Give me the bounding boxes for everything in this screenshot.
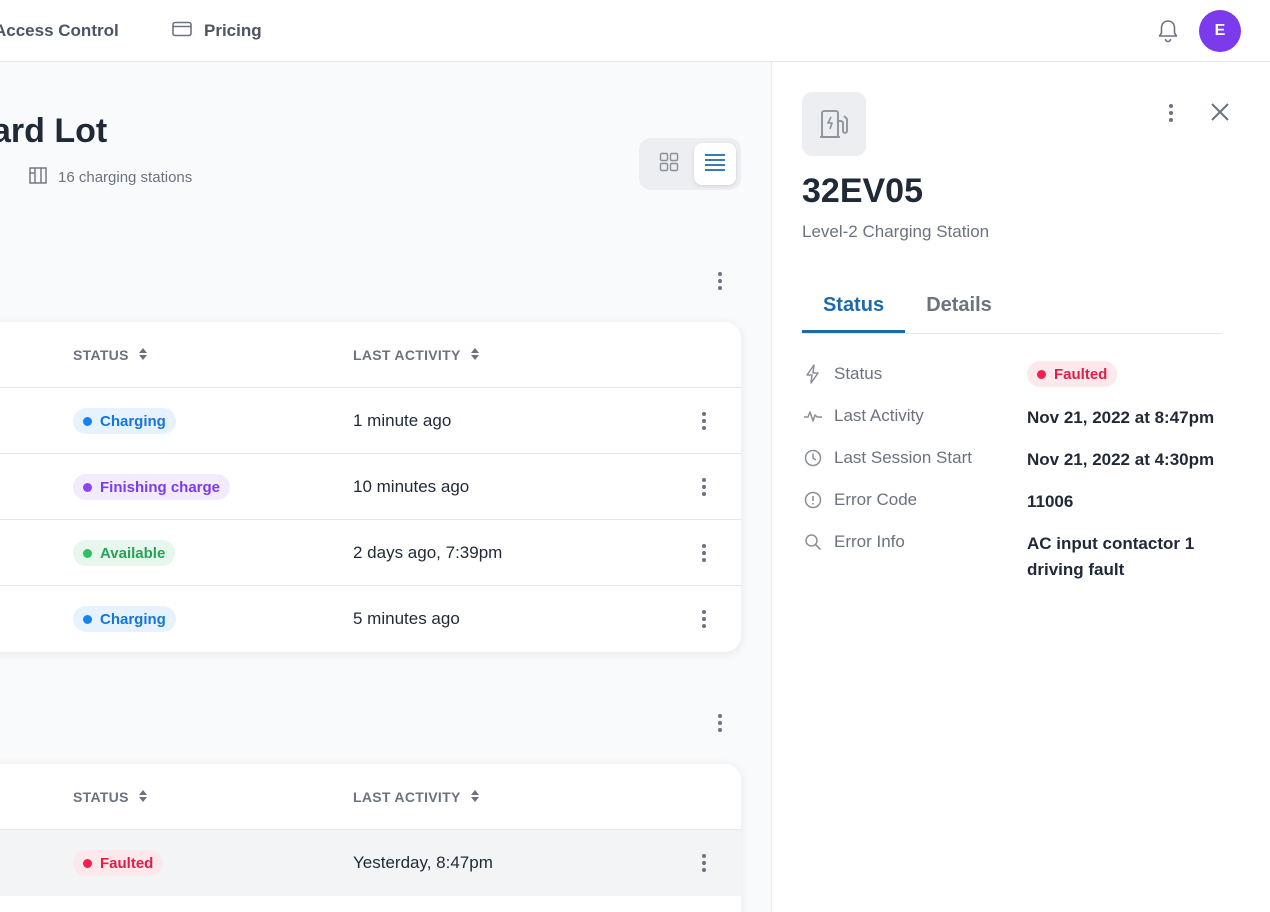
status-column-header[interactable]: STATUS — [73, 322, 147, 388]
station-count-label: 16 charging stations — [58, 168, 193, 186]
table-row[interactable]: Finishing charge 10 minutes ago — [0, 454, 741, 520]
group1-more-options-icon[interactable] — [708, 266, 732, 296]
status-dot — [83, 858, 92, 868]
status-badge-faulted: Faulted — [1027, 361, 1118, 387]
stations-table-group2: STATUS LAST ACTIVITY Faulted Yesterday, … — [0, 764, 741, 912]
alert-circle-icon — [802, 489, 824, 511]
table-header: STATUS LAST ACTIVITY — [0, 764, 741, 830]
status-field-label: Status — [802, 363, 882, 385]
sort-icon — [470, 347, 479, 363]
table-row[interactable]: Charging 1 minute ago — [0, 388, 741, 454]
nav-access-control[interactable]: Access Control — [0, 0, 119, 62]
credit-card-icon — [172, 21, 192, 42]
last-activity-value: Nov 21, 2022 at 8:47pm — [1027, 408, 1215, 427]
lightning-icon — [802, 363, 824, 385]
station-detail-panel: 32EV05 Level-2 Charging Station Status D… — [771, 62, 1270, 912]
stations-table-group1: STATUS LAST ACTIVITY Charging 1 minute a… — [0, 322, 741, 652]
error-info-field-label: Error Info — [802, 531, 905, 553]
table-header: STATUS LAST ACTIVITY — [0, 322, 741, 388]
error-code-label-text: Error Code — [834, 490, 918, 509]
top-navigation-bar: Access Control Pricing E — [0, 0, 1270, 62]
row-more-options-icon[interactable] — [692, 604, 716, 634]
last-activity-cell: 10 minutes ago — [353, 477, 470, 496]
status-dot — [83, 416, 92, 426]
status-badge: Available — [73, 540, 176, 566]
error-info-label-text: Error Info — [834, 532, 905, 551]
status-badge: Charging — [73, 606, 176, 632]
grid-view-button[interactable] — [647, 143, 691, 185]
main-content: ard Lot 16 charging stations STATUS LAST… — [0, 62, 771, 912]
status-badge: Finishing charge — [73, 474, 231, 500]
tab-details[interactable]: Details — [924, 294, 994, 333]
status-header-label: STATUS — [73, 789, 129, 805]
station-type: Level-2 Charging Station — [802, 222, 990, 241]
sort-icon — [470, 789, 479, 805]
last-session-start-value: Nov 21, 2022 at 4:30pm — [1027, 450, 1215, 469]
table-row[interactable]: Available 2 days ago, 7:39pm — [0, 520, 741, 586]
search-icon — [802, 531, 824, 553]
list-view-button[interactable] — [694, 143, 736, 185]
bell-icon[interactable] — [1156, 18, 1180, 44]
panel-more-options-icon[interactable] — [1159, 98, 1183, 128]
last-activity-field-label: Last Activity — [802, 405, 924, 427]
status-badge-label: Charging — [100, 610, 166, 628]
sort-icon — [138, 347, 147, 363]
station-count: 16 charging stations — [28, 166, 192, 188]
status-dot — [1037, 369, 1046, 379]
last-activity-column-header[interactable]: LAST ACTIVITY — [353, 322, 479, 388]
station-id: 32EV05 — [802, 172, 923, 210]
status-column-header[interactable]: STATUS — [73, 764, 147, 830]
status-badge-label: Charging — [100, 412, 166, 430]
last-activity-header-label: LAST ACTIVITY — [353, 347, 461, 363]
page-title: ard Lot — [0, 112, 108, 150]
status-dot — [83, 614, 92, 624]
last-activity-column-header[interactable]: LAST ACTIVITY — [353, 764, 479, 830]
last-session-start-field-label: Last Session Start — [802, 447, 972, 469]
row-more-options-icon[interactable] — [692, 848, 716, 878]
detail-tabs: Status Details — [802, 294, 1222, 334]
building-icon — [28, 166, 48, 188]
status-value: Faulted — [1054, 365, 1108, 383]
status-badge-label: Finishing charge — [100, 478, 221, 496]
sort-icon — [138, 789, 147, 805]
status-dot — [83, 548, 92, 558]
error-code-value: 11006 — [1027, 492, 1074, 511]
last-activity-cell: 2 days ago, 7:39pm — [353, 543, 503, 562]
status-dot — [83, 482, 92, 492]
status-badge: Charging — [73, 408, 176, 434]
activity-pulse-icon — [802, 405, 824, 427]
clock-icon — [802, 447, 824, 469]
row-more-options-icon[interactable] — [692, 406, 716, 436]
view-toggle — [639, 138, 741, 190]
error-code-field-label: Error Code — [802, 489, 917, 511]
last-activity-cell: 5 minutes ago — [353, 609, 460, 628]
nav-pricing-label: Pricing — [204, 21, 262, 40]
status-header-label: STATUS — [73, 347, 129, 363]
close-icon[interactable] — [1208, 100, 1232, 124]
error-info-value: AC input contactor 1 driving fault — [1027, 534, 1195, 579]
tab-status[interactable]: Status — [802, 294, 905, 333]
last-session-start-label-text: Last Session Start — [834, 448, 972, 467]
status-badge: Faulted — [73, 850, 164, 876]
last-activity-header-label: LAST ACTIVITY — [353, 789, 461, 805]
list-icon — [704, 153, 726, 176]
last-activity-cell: 1 minute ago — [353, 411, 452, 430]
table-row[interactable]: Charging 5 minutes ago — [0, 586, 741, 652]
status-badge-label: Available — [100, 544, 166, 562]
nav-pricing[interactable]: Pricing — [172, 0, 262, 62]
last-activity-cell: Yesterday, 8:47pm — [353, 853, 493, 872]
status-label-text: Status — [834, 364, 883, 383]
ev-charger-icon — [802, 92, 866, 156]
table-row[interactable]: Faulted Yesterday, 8:47pm — [0, 830, 741, 896]
last-activity-label-text: Last Activity — [834, 406, 924, 425]
group2-more-options-icon[interactable] — [708, 708, 732, 738]
user-avatar[interactable]: E — [1199, 10, 1241, 52]
row-more-options-icon[interactable] — [692, 472, 716, 502]
status-badge-label: Faulted — [100, 854, 154, 872]
row-more-options-icon[interactable] — [692, 538, 716, 568]
nav-access-control-label: Access Control — [0, 21, 119, 40]
grid-icon — [659, 152, 679, 177]
